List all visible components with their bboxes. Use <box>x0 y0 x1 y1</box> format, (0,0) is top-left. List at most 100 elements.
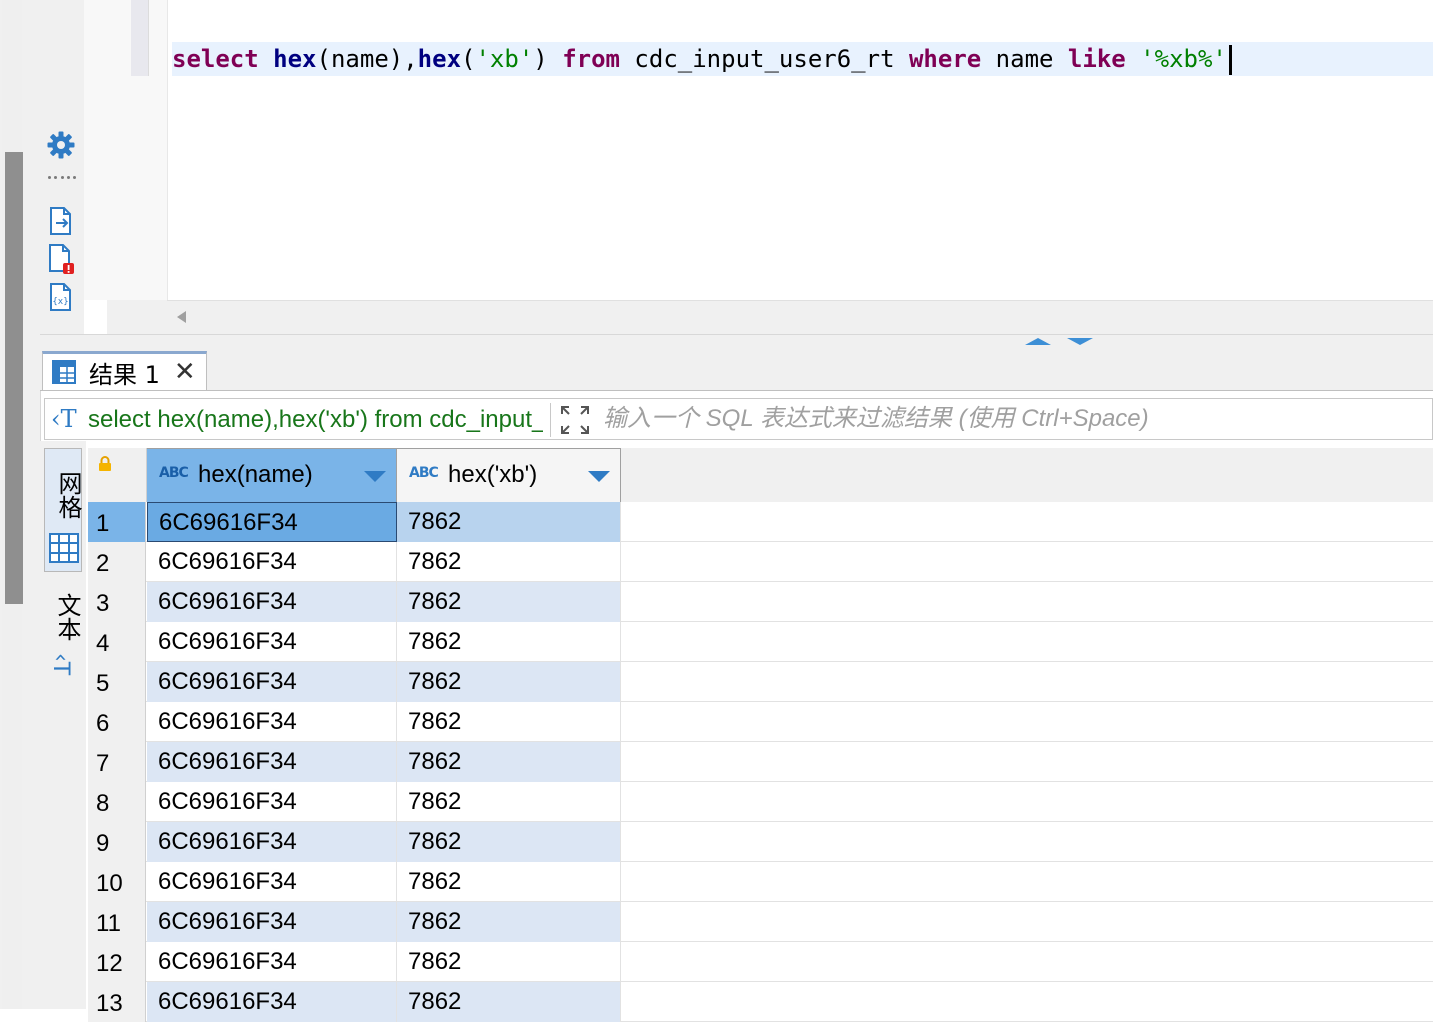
cell-hex-name[interactable]: 6C69616F34 <box>147 702 397 742</box>
row-number[interactable]: 3 <box>88 582 146 622</box>
row-number[interactable]: 8 <box>88 782 146 822</box>
row-number[interactable]: 13 <box>88 982 146 1022</box>
sql-editor-line[interactable]: select hex(name),hex('xb') from cdc_inpu… <box>172 42 1433 76</box>
table-row[interactable]: 10 6C69616F34 7862 <box>88 862 1433 902</box>
cell-hex-xb[interactable]: 7862 <box>397 702 621 742</box>
results-grid[interactable]: ABC hex(name) ABC hex('xb') 1 6C69616F34 7… <box>88 448 1433 1022</box>
cell-hex-xb[interactable]: 7862 <box>397 662 621 702</box>
table-row[interactable]: 3 6C69616F34 7862 <box>88 582 1433 622</box>
grid-icon <box>49 533 79 563</box>
table-row[interactable]: 7 6C69616F34 7862 <box>88 742 1433 782</box>
cell-hex-xb[interactable]: 7862 <box>397 782 621 822</box>
cell-hex-xb[interactable]: 7862 <box>397 542 621 582</box>
row-number[interactable]: 12 <box>88 942 146 982</box>
toolbar-separator <box>48 176 76 182</box>
side-tab-grid-label: 网格 <box>54 471 82 519</box>
cell-hex-xb[interactable]: 7862 <box>397 502 621 542</box>
sql-token: select <box>172 45 259 73</box>
row-number[interactable]: 4 <box>88 622 146 662</box>
vertical-scrollbar-thumb[interactable] <box>5 152 23 604</box>
row-number[interactable]: 7 <box>88 742 146 782</box>
cell-hex-name[interactable]: 6C69616F34 <box>147 982 397 1022</box>
tab-result-1[interactable]: 结果 1 ✕ <box>42 351 207 390</box>
sql-token: ( <box>461 45 476 73</box>
column-header-hex-xb[interactable]: ABC hex('xb') <box>397 448 621 502</box>
cell-hex-name[interactable]: 6C69616F34 <box>147 782 397 822</box>
cell-hex-xb[interactable]: 7862 <box>397 742 621 782</box>
panel-splitter[interactable] <box>40 334 1433 349</box>
sql-token: ) <box>533 45 563 73</box>
sql-text-icon: ‹T <box>51 405 77 433</box>
cell-hex-xb[interactable]: 7862 <box>397 822 621 862</box>
row-number[interactable]: 9 <box>88 822 146 862</box>
row-number[interactable]: 5 <box>88 662 146 702</box>
table-row[interactable]: 13 6C69616F34 7862 <box>88 982 1433 1022</box>
sort-dropdown-icon[interactable] <box>588 471 610 482</box>
cell-hex-name[interactable]: 6C69616F34 <box>147 822 397 862</box>
text-view-icon: ‹T <box>48 653 73 676</box>
sql-token: hex <box>417 45 462 73</box>
table-row[interactable]: 5 6C69616F34 7862 <box>88 662 1433 702</box>
gear-icon[interactable] <box>44 128 78 162</box>
filter-input[interactable] <box>603 399 1403 439</box>
cell-hex-xb[interactable]: 7862 <box>397 902 621 942</box>
cell-hex-name[interactable]: 6C69616F34 <box>147 502 397 542</box>
table-row[interactable]: 9 6C69616F34 7862 <box>88 822 1433 862</box>
sql-text: select hex(name),hex('xb') from cdc_inpu… <box>172 45 1227 73</box>
table-row[interactable]: 11 6C69616F34 7862 <box>88 902 1433 942</box>
vertical-scrollbar[interactable] <box>2 0 23 1009</box>
table-row[interactable]: 6 6C69616F34 7862 <box>88 702 1433 742</box>
row-number[interactable]: 11 <box>88 902 146 942</box>
column-name: hex('xb') <box>448 461 538 488</box>
sql-token: like <box>1067 45 1126 73</box>
filter-query-text[interactable]: select hex(name),hex('xb') from cdc_inpu… <box>88 403 543 437</box>
hscroll-corner <box>107 300 167 334</box>
side-tab-grid[interactable]: 网格 <box>44 448 82 572</box>
cell-hex-xb[interactable]: 7862 <box>397 982 621 1022</box>
tab-label: 结果 1 <box>89 360 160 389</box>
expand-icon[interactable] <box>559 404 591 436</box>
table-row[interactable]: 12 6C69616F34 7862 <box>88 942 1433 982</box>
cell-hex-name[interactable]: 6C69616F34 <box>147 862 397 902</box>
svg-text:{x}: {x} <box>52 297 68 307</box>
table-icon <box>52 360 76 384</box>
outer-left-gutter <box>0 0 41 1009</box>
table-row[interactable]: 4 6C69616F34 7862 <box>88 622 1433 662</box>
editor-horizontal-scrollbar[interactable] <box>167 300 1433 335</box>
sort-dropdown-icon[interactable] <box>364 471 386 482</box>
file-error-icon[interactable] <box>44 242 78 276</box>
cell-hex-name[interactable]: 6C69616F34 <box>147 542 397 582</box>
cell-hex-name[interactable]: 6C69616F34 <box>147 622 397 662</box>
row-number[interactable]: 10 <box>88 862 146 902</box>
lock-icon <box>99 456 111 471</box>
cell-hex-name[interactable]: 6C69616F34 <box>147 942 397 982</box>
grid-corner <box>88 448 147 502</box>
row-number[interactable]: 1 <box>88 502 146 542</box>
table-row[interactable]: 1 6C69616F34 7862 <box>88 502 1433 542</box>
editor-line-gutter <box>84 0 168 300</box>
table-row[interactable]: 2 6C69616F34 7862 <box>88 542 1433 582</box>
scroll-left-arrow-icon[interactable] <box>177 311 186 323</box>
maximize-results-arrow-icon[interactable] <box>1067 338 1093 345</box>
maximize-editor-arrow-icon[interactable] <box>1025 338 1051 345</box>
cell-hex-xb[interactable]: 7862 <box>397 862 621 902</box>
row-number[interactable]: 2 <box>88 542 146 582</box>
side-tab-text-label: 文本 <box>53 593 81 641</box>
cell-hex-name[interactable]: 6C69616F34 <box>147 742 397 782</box>
cell-hex-xb[interactable]: 7862 <box>397 622 621 662</box>
export-file-icon[interactable] <box>44 204 78 238</box>
cell-hex-xb[interactable]: 7862 <box>397 942 621 982</box>
sql-token: where <box>908 45 982 73</box>
column-header-hex-name[interactable]: ABC hex(name) <box>147 448 397 502</box>
cell-hex-name[interactable]: 6C69616F34 <box>147 662 397 702</box>
cell-hex-name[interactable]: 6C69616F34 <box>147 902 397 942</box>
variables-file-icon[interactable]: {x} <box>44 280 78 314</box>
result-view-side-tabs: 网格 文本 ‹T <box>40 441 86 1009</box>
table-row[interactable]: 8 6C69616F34 7862 <box>88 782 1433 822</box>
cell-hex-xb[interactable]: 7862 <box>397 582 621 622</box>
close-icon[interactable]: ✕ <box>174 359 196 385</box>
cell-hex-name[interactable]: 6C69616F34 <box>147 582 397 622</box>
row-number[interactable]: 6 <box>88 702 146 742</box>
results-filter-bar: ‹T select hex(name),hex('xb') from cdc_i… <box>44 398 1433 440</box>
